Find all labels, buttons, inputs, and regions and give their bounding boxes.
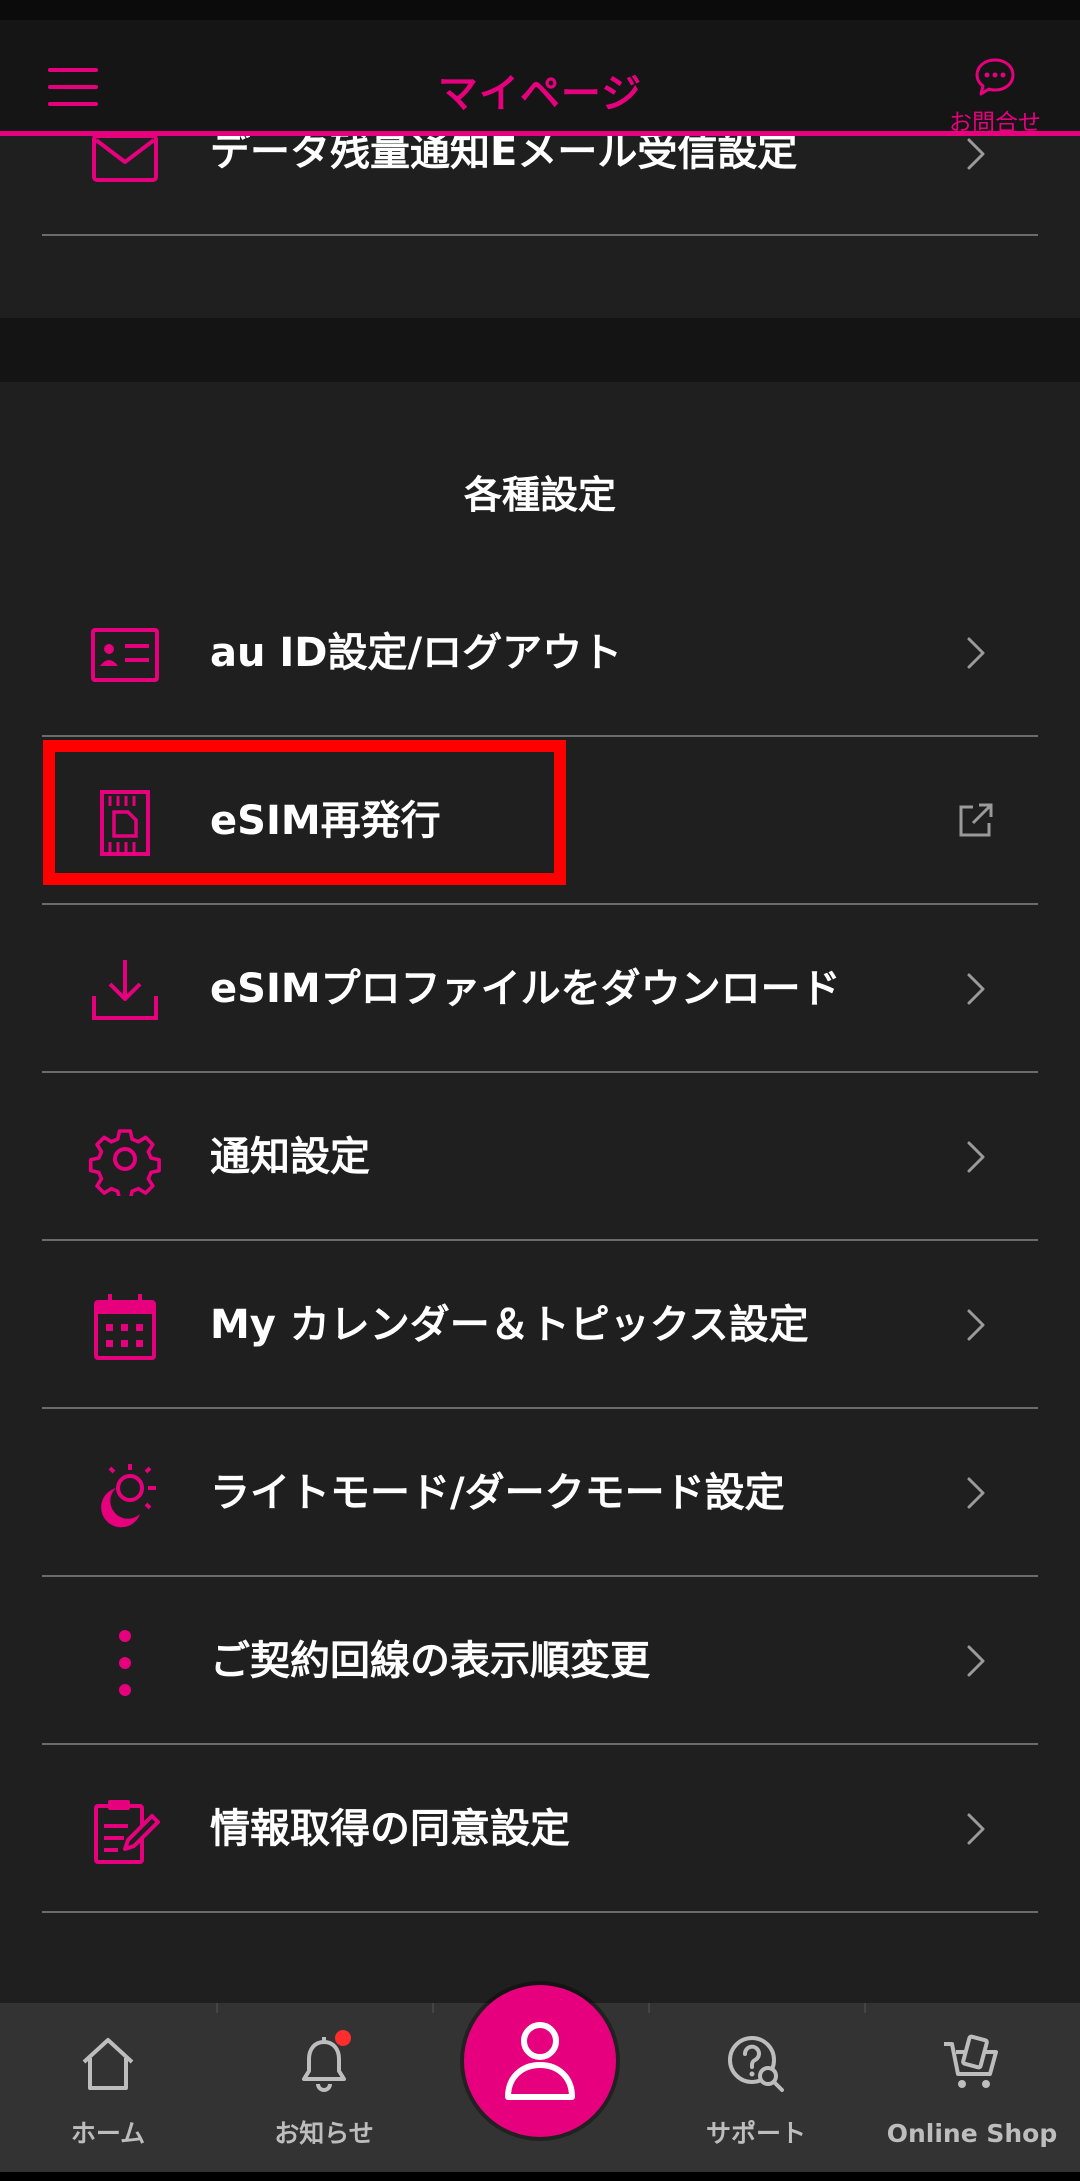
page-title: マイページ <box>437 71 643 117</box>
nav-separator <box>648 2003 650 2013</box>
hamburger-icon-bar <box>48 85 98 89</box>
system-nav-strip <box>0 2172 1080 2181</box>
list-item-label: eSIMプロファイルをダウンロード <box>210 966 841 1012</box>
chevron-right-icon <box>967 1309 985 1341</box>
external-link-icon <box>959 803 993 837</box>
divider <box>42 234 1038 236</box>
gear-icon <box>88 1129 161 1196</box>
nav-online-shop[interactable]: Online Shop <box>864 2020 1080 2170</box>
section-gap <box>0 318 1080 382</box>
list-item-au-id[interactable]: au ID設定/ログアウト <box>0 570 1080 737</box>
list-item-light-dark-mode[interactable]: ライトモード/ダークモード設定 <box>0 1410 1080 1577</box>
list-item-label: ライトモード/ダークモード設定 <box>210 1470 785 1516</box>
divider <box>42 1911 1038 1913</box>
hamburger-icon-bar <box>48 102 98 106</box>
nav-separator <box>864 2003 866 2013</box>
nav-separator <box>432 2003 434 2013</box>
list-item-label: au ID設定/ログアウト <box>210 630 623 676</box>
nav-label: サポート <box>705 2119 806 2148</box>
list-item-label: 通知設定 <box>210 1134 370 1180</box>
section-title: 各種設定 <box>463 473 616 517</box>
list-item-line-display-order[interactable]: ご契約回線の表示順変更 <box>0 1578 1080 1745</box>
highlight-box <box>43 740 566 885</box>
nav-home[interactable]: ホーム <box>0 2020 216 2170</box>
divider <box>42 1071 1038 1073</box>
id-card-icon <box>91 628 159 682</box>
chevron-right-icon <box>967 637 985 669</box>
list-item-label: ご契約回線の表示順変更 <box>210 1638 650 1684</box>
divider <box>42 1239 1038 1241</box>
nav-label: ホーム <box>70 2119 146 2148</box>
divider <box>42 735 1038 737</box>
list-item-esim-profile-download[interactable]: eSIMプロファイルをダウンロード <box>0 906 1080 1073</box>
chevron-right-icon <box>967 1141 985 1173</box>
divider <box>42 903 1038 905</box>
person-icon <box>505 2022 575 2100</box>
nav-label: Online Shop <box>886 2119 1058 2148</box>
clipboard-pen-icon <box>94 1800 160 1864</box>
divider <box>42 1407 1038 1409</box>
calendar-icon <box>94 1294 156 1360</box>
list-item-label: My カレンダー＆トピックス設定 <box>210 1302 809 1348</box>
chevron-right-icon <box>967 1477 985 1509</box>
list-item-notification-settings[interactable]: 通知設定 <box>0 1074 1080 1241</box>
nav-support[interactable]: サポート <box>648 2020 864 2170</box>
chevron-right-icon <box>967 1645 985 1677</box>
menu-button[interactable] <box>40 54 108 120</box>
cart-icon <box>944 2034 998 2088</box>
nav-notifications[interactable]: お知らせ <box>216 2020 432 2170</box>
app-header: マイページ お問合せ <box>0 20 1080 136</box>
status-bar <box>0 0 1080 20</box>
chevron-right-icon <box>967 973 985 1005</box>
support-icon <box>728 2036 784 2092</box>
home-icon <box>82 2038 134 2090</box>
header-accent-line <box>0 131 1080 136</box>
list-item-info-consent[interactable]: 情報取得の同意設定 <box>0 1746 1080 1913</box>
download-icon <box>92 960 158 1020</box>
moon-sun-icon <box>101 1464 156 1528</box>
mypage-fab-button[interactable] <box>464 1985 616 2137</box>
app-screen: データ残量通知Eメール受信設定 各種設定 au ID設定/ログアウト eSIM再… <box>0 0 1080 2181</box>
divider <box>42 1743 1038 1745</box>
chevron-right-icon <box>967 1813 985 1845</box>
hamburger-icon <box>48 68 98 72</box>
nav-separator <box>216 2003 218 2013</box>
nav-label: お知らせ <box>274 2119 374 2148</box>
list-item-calendar-topics[interactable]: My カレンダー＆トピックス設定 <box>0 1242 1080 1409</box>
vertical-dots-icon <box>119 1630 131 1696</box>
divider <box>42 1575 1038 1577</box>
notification-badge <box>335 2030 351 2046</box>
list-item-label: 情報取得の同意設定 <box>210 1806 570 1852</box>
chat-bubble-icon <box>975 58 1015 96</box>
